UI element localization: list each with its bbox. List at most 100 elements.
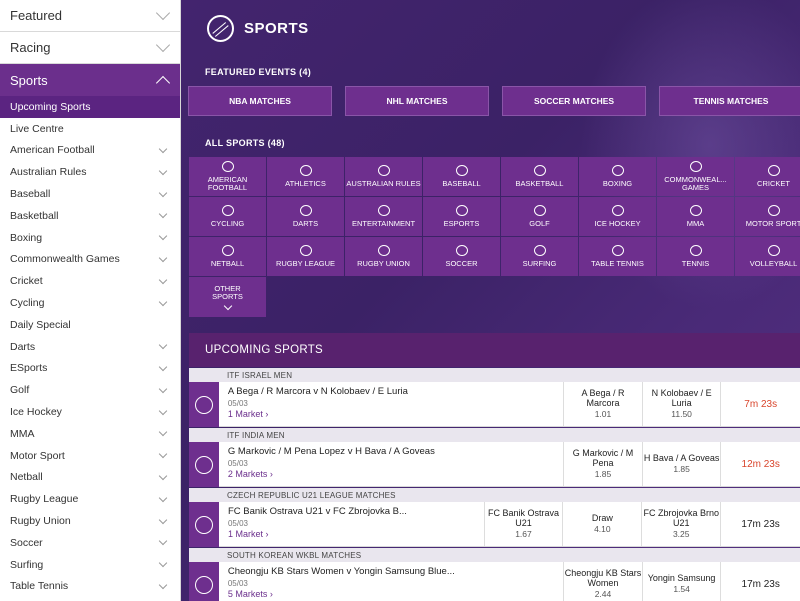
sport-tile[interactable]: ESPORTS [423, 197, 500, 236]
other-sports-button[interactable]: OTHER SPORTS [189, 277, 266, 317]
markets-link[interactable]: 2 Markets › [228, 469, 563, 479]
sport-tile-label: ENTERTAINMENT [351, 219, 416, 229]
sidebar-item[interactable]: American Football [0, 140, 180, 162]
featured-nhl-button[interactable]: NHL MATCHES [345, 86, 489, 116]
chevron-down-icon [158, 493, 168, 502]
odds-selection: N Kolobaev / E Luria [651, 388, 712, 408]
odds-button[interactable]: Yongin Samsung 1.54 [641, 562, 721, 601]
sidebar-item[interactable]: Golf [0, 379, 180, 401]
odds-button[interactable]: Cheongju KB Stars Women 2.44 [563, 562, 642, 601]
odds-button[interactable]: N Kolobaev / E Luria 11.50 [641, 382, 721, 426]
sidebar-section-featured[interactable]: Featured [0, 0, 180, 32]
sport-tile[interactable]: RUGBY UNION [345, 237, 422, 276]
sport-tile[interactable]: DARTS [267, 197, 344, 236]
chevron-down-icon [158, 537, 168, 546]
sidebar-item[interactable]: Rugby League [0, 488, 180, 510]
sidebar-item[interactable]: Cricket [0, 270, 180, 292]
sidebar-item[interactable]: Netball [0, 467, 180, 489]
sidebar-item[interactable]: Upcoming Sports [0, 96, 180, 118]
match-row[interactable]: A Bega / R Marcora v N Kolobaev / E Luri… [189, 382, 800, 427]
featured-nba-button[interactable]: NBA MATCHES [188, 86, 332, 116]
sidebar-item[interactable]: Baseball [0, 183, 180, 205]
sidebar-item[interactable]: Surfing [0, 554, 180, 576]
featured-tennis-button[interactable]: TENNIS MATCHES [659, 86, 800, 116]
sport-tile[interactable]: ATHLETICS [267, 157, 344, 196]
match-card: SOUTH KOREAN WKBL MATCHES Cheongju KB Sta… [189, 548, 800, 601]
sidebar-item[interactable]: Rugby Union [0, 510, 180, 532]
page-title: SPORTS [244, 20, 309, 37]
sidebar-item[interactable]: Ice Hockey [0, 401, 180, 423]
odds-price: 1.85 [673, 464, 690, 475]
featured-soccer-button[interactable]: SOCCER MATCHES [502, 86, 646, 116]
markets-link[interactable]: 1 Market › [228, 529, 484, 539]
markets-link[interactable]: 1 Market › [228, 409, 563, 419]
countdown-timer: 12m 23s [720, 442, 800, 486]
sidebar-item-label: Boxing [10, 231, 43, 244]
sport-icon [611, 205, 624, 217]
sport-tile-label: ESPORTS [443, 219, 480, 229]
sport-tile[interactable]: SOCCER [423, 237, 500, 276]
sidebar-item[interactable]: Table Tennis [0, 576, 180, 598]
match-row[interactable]: G Markovic / M Pena Lopez v H Bava / A G… [189, 442, 800, 487]
sport-icon [299, 165, 312, 177]
sidebar-item[interactable]: MMA [0, 423, 180, 445]
sidebar-item[interactable]: Soccer [0, 532, 180, 554]
sport-tile[interactable]: MOTOR SPORT [735, 197, 800, 236]
sidebar-section-racing[interactable]: Racing [0, 32, 180, 64]
sport-tile[interactable]: BOXING [579, 157, 656, 196]
sidebar-item-label: Upcoming Sports [10, 100, 91, 113]
featured-events-label: FEATURED EVENTS (4) [205, 67, 312, 77]
sidebar-item[interactable]: Australian Rules [0, 161, 180, 183]
sport-tile-label: BASKETBALL [515, 179, 564, 189]
chevron-down-icon [158, 275, 168, 285]
sport-tile[interactable]: MMA [657, 197, 734, 236]
sidebar-item[interactable]: Boxing [0, 227, 180, 249]
odds-button[interactable]: H Bava / A Goveas 1.85 [641, 442, 721, 486]
match-title: G Markovic / M Pena Lopez v H Bava / A G… [227, 446, 435, 457]
competition-name: CZECH REPUBLIC U21 LEAGUE MATCHES [189, 488, 800, 502]
sport-tile-label: RUGBY UNION [357, 259, 410, 269]
sidebar-item[interactable]: Basketball [0, 205, 180, 227]
sidebar-section-sports[interactable]: Sports [0, 64, 180, 96]
sport-tile[interactable]: COMMONWEAL... GAMES [657, 157, 734, 196]
match-card: ITF ISRAEL MEN A Bega / R Marcora v N Kol… [189, 368, 800, 427]
sport-tile[interactable]: AMERICAN FOOTBALL [189, 157, 266, 196]
sport-tile[interactable]: TABLE TENNIS [579, 237, 656, 276]
odds-button[interactable]: A Bega / R Marcora 1.01 [563, 382, 642, 426]
sidebar-item[interactable]: Live Centre [0, 118, 180, 140]
sport-tile[interactable]: TENNIS [657, 237, 734, 276]
sidebar-item-label: Cycling [10, 297, 45, 310]
match-row[interactable]: Cheongju KB Stars Women v Yongin Samsung… [189, 562, 800, 601]
sport-tile[interactable]: VOLLEYBALL [735, 237, 800, 276]
sidebar-item[interactable]: Commonwealth Games [0, 249, 180, 271]
markets-link[interactable]: 5 Markets › [228, 589, 563, 599]
odds-button[interactable]: FC Banik Ostrava U21 1.67 [483, 502, 563, 546]
sport-tile[interactable]: CYCLING [189, 197, 266, 236]
rugby-ball-icon [207, 15, 234, 42]
sport-icon [533, 165, 546, 177]
sport-icon [689, 161, 702, 173]
sport-tile[interactable]: SURFING [501, 237, 578, 276]
sport-tile[interactable]: GOLF [501, 197, 578, 236]
sport-tile[interactable]: BASKETBALL [501, 157, 578, 196]
sport-tile[interactable]: RUGBY LEAGUE [267, 237, 344, 276]
sidebar-item-label: Baseball [10, 188, 51, 201]
sport-tile[interactable]: ICE HOCKEY [579, 197, 656, 236]
sidebar-item[interactable]: ESports [0, 358, 180, 380]
sidebar-item[interactable]: Darts [0, 336, 180, 358]
sidebar-item-label: Rugby League [10, 493, 79, 506]
odds-selection: A Bega / R Marcora [581, 388, 625, 408]
sport-tile[interactable]: ENTERTAINMENT [345, 197, 422, 236]
odds-button[interactable]: Draw 4.10 [562, 502, 641, 546]
sport-tile[interactable]: AUSTRALIAN RULES [345, 157, 422, 196]
sport-tile[interactable]: BASEBALL [423, 157, 500, 196]
sport-tile[interactable]: NETBALL [189, 237, 266, 276]
sport-tile[interactable]: CRICKET [735, 157, 800, 196]
odds-button[interactable]: FC Zbrojovka Brno U21 3.25 [641, 502, 720, 546]
sidebar-item[interactable]: Daily Special [0, 314, 180, 336]
odds-button[interactable]: G Markovic / M Pena 1.85 [563, 442, 642, 486]
match-row[interactable]: FC Banik Ostrava U21 v FC Zbrojovka B...… [189, 502, 800, 547]
sidebar-item[interactable]: Motor Sport [0, 445, 180, 467]
sidebar-item[interactable]: Cycling [0, 292, 180, 314]
sidebar-item-label: Daily Special [10, 318, 71, 331]
